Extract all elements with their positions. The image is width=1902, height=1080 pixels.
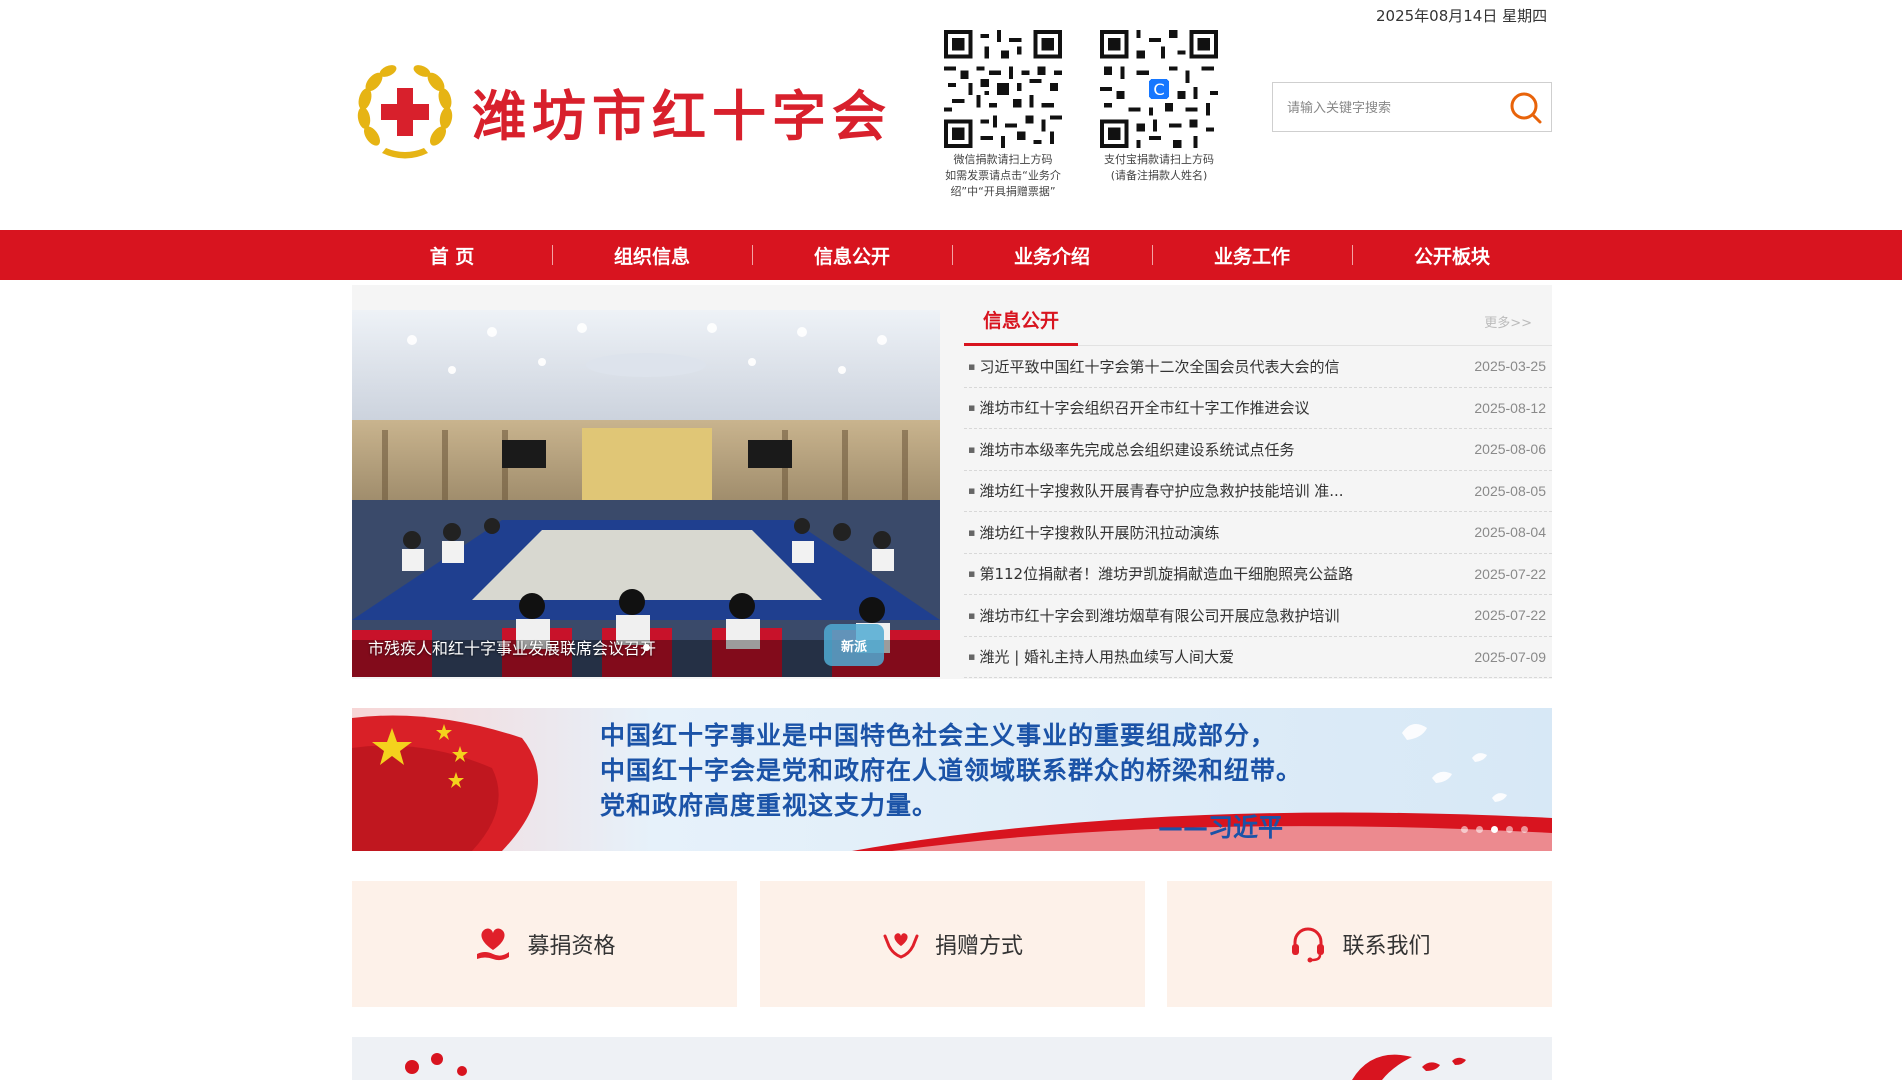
hands-heart-icon (883, 933, 919, 959)
slider-dot[interactable] (642, 644, 650, 651)
svg-text:C: C (1153, 80, 1164, 99)
quick-link-contact-us[interactable]: 联系我们 (1167, 881, 1552, 1007)
wechat-qr-code-icon (944, 30, 1062, 148)
slider-dots (352, 636, 940, 655)
search-box (1272, 82, 1552, 132)
wechat-qr-block: 微信捐款请扫上方码 如需发票请点击“业务介 绍”中“开具捐赠票据” (928, 30, 1078, 200)
banner-quote-line: 中国红十字会是党和政府在人道领域联系群众的桥梁和纽带。 (600, 756, 1303, 785)
tab-info-disclosure[interactable]: 信息公开 (964, 300, 1079, 346)
news-item[interactable]: 潍坊红十字搜救队开展青春守护应急救护技能培训 准... 2025-08-05 (964, 471, 1552, 512)
site-logo[interactable]: 潍坊市红十字会 (352, 58, 892, 164)
banner-dot[interactable] (1491, 826, 1498, 833)
news-date: 2025-07-09 (1474, 648, 1546, 665)
nav-item-organization[interactable]: 组织信息 (552, 230, 752, 280)
news-item[interactable]: 潍坊市红十字会到潍坊烟草有限公司开展应急救护培训 2025-07-22 (964, 595, 1552, 637)
heart-hand-icon (477, 928, 510, 961)
news-item[interactable]: 潍坊市本级率先完成总会组织建设系统试点任务 2025-08-06 (964, 429, 1552, 471)
news-title[interactable]: 潍坊红十字搜救队开展防汛拉动演练 (968, 522, 1219, 543)
banner-dot[interactable] (1461, 826, 1468, 833)
banner-dots (1457, 818, 1532, 837)
news-title[interactable]: 潍坊市本级率先完成总会组织建设系统试点任务 (968, 439, 1294, 460)
news-date: 2025-08-06 (1474, 441, 1546, 458)
bottom-banner-graphic (352, 1037, 1552, 1080)
headset-icon (1292, 927, 1325, 963)
quick-link-label: 联系我们 (1342, 934, 1431, 959)
banner-signature: ——习近平 (1158, 813, 1284, 842)
alipay-qr-code-icon: C (1100, 30, 1218, 148)
news-title[interactable]: 潍坊市红十字会组织召开全市红十字工作推进会议 (968, 397, 1309, 418)
news-title[interactable]: 潍坊红十字搜救队开展青春守护应急救护技能培训 准... (968, 480, 1343, 501)
alipay-qr-caption: 支付宝捐款请扫上方码 (请备注捐款人姓名) (1104, 153, 1214, 182)
news-date: 2025-08-04 (1474, 524, 1546, 541)
nav-item-public-section[interactable]: 公开板块 (1352, 230, 1552, 280)
nav-item-business-intro[interactable]: 业务介绍 (952, 230, 1152, 280)
nav-item-business-work[interactable]: 业务工作 (1152, 230, 1352, 280)
news-item[interactable]: 潍光 | 婚礼主持人用热血续写人间大爱 2025-07-09 (964, 637, 1552, 678)
banner-dot[interactable] (1506, 826, 1513, 833)
current-date: 2025年08月14日 星期四 (1376, 7, 1548, 25)
news-date: 2025-03-25 (1474, 358, 1546, 375)
news-slider[interactable]: 新派 市残疾人和红十字事业发展联席会议召开 (352, 310, 940, 677)
news-list: 习近平致中国红十字会第十二次全国会员代表大会的信 2025-03-25 潍坊市红十… (964, 346, 1552, 678)
main-nav: 首 页 组织信息 信息公开 业务介绍 业务工作 公开板块 (0, 230, 1902, 280)
alipay-qr-block: C 支付宝捐款请扫上方码 (请备注捐款人姓名) (1084, 30, 1234, 184)
news-title[interactable]: 习近平致中国红十字会第十二次全国会员代表大会的信 (968, 356, 1339, 377)
news-more-link[interactable]: 更多>> (1484, 312, 1532, 331)
news-date: 2025-07-22 (1474, 565, 1546, 582)
quick-link-label: 募捐资格 (527, 934, 616, 959)
search-input[interactable] (1273, 83, 1493, 131)
red-cross-emblem-icon (357, 65, 453, 159)
quick-link-fundraising-qualification[interactable]: 募捐资格 (352, 881, 737, 1007)
news-item[interactable]: 习近平致中国红十字会第十二次全国会员代表大会的信 2025-03-25 (964, 346, 1552, 388)
banner-dot[interactable] (1521, 826, 1528, 833)
news-date: 2025-08-12 (1474, 399, 1546, 416)
news-item[interactable]: 潍坊红十字搜救队开展防汛拉动演练 2025-08-04 (964, 512, 1552, 554)
banner-quote-line: 中国红十字事业是中国特色社会主义事业的重要组成部分， (600, 721, 1277, 750)
bottom-banner[interactable] (352, 1037, 1552, 1080)
news-date: 2025-07-22 (1474, 607, 1546, 624)
news-title[interactable]: 潍光 | 婚礼主持人用热血续写人间大爱 (968, 646, 1234, 667)
news-panel: 信息公开 更多>> 习近平致中国红十字会第十二次全国会员代表大会的信 2025-0… (964, 300, 1552, 678)
search-icon[interactable] (1507, 90, 1543, 126)
wechat-qr-caption: 微信捐款请扫上方码 如需发票请点击“业务介 绍”中“开具捐赠票据” (945, 153, 1061, 198)
quote-banner[interactable]: 中国红十字事业是中国特色社会主义事业的重要组成部分， 中国红十字会是党和政府在人… (352, 708, 1552, 851)
nav-item-info-disclosure[interactable]: 信息公开 (752, 230, 952, 280)
news-date: 2025-08-05 (1474, 482, 1546, 499)
news-item[interactable]: 第112位捐献者！潍坊尹凯旋捐献造血干细胞照亮公益路 2025-07-22 (964, 554, 1552, 595)
quick-link-donation-methods[interactable]: 捐赠方式 (759, 881, 1145, 1007)
news-title[interactable]: 潍坊市红十字会到潍坊烟草有限公司开展应急救护培训 (968, 605, 1339, 626)
nav-item-home[interactable]: 首 页 (352, 230, 552, 280)
quick-links: 募捐资格 捐赠方式 联系我们 (352, 881, 1552, 1007)
site-title: 潍坊市红十字会 (472, 83, 892, 148)
quick-link-label: 捐赠方式 (934, 934, 1023, 959)
meeting-photo (352, 310, 940, 677)
news-item[interactable]: 潍坊市红十字会组织召开全市红十字工作推进会议 2025-08-12 (964, 388, 1552, 429)
news-header: 信息公开 更多>> (964, 300, 1552, 346)
banner-dot[interactable] (1476, 826, 1483, 833)
news-title[interactable]: 第112位捐献者！潍坊尹凯旋捐献造血干细胞照亮公益路 (968, 563, 1353, 584)
